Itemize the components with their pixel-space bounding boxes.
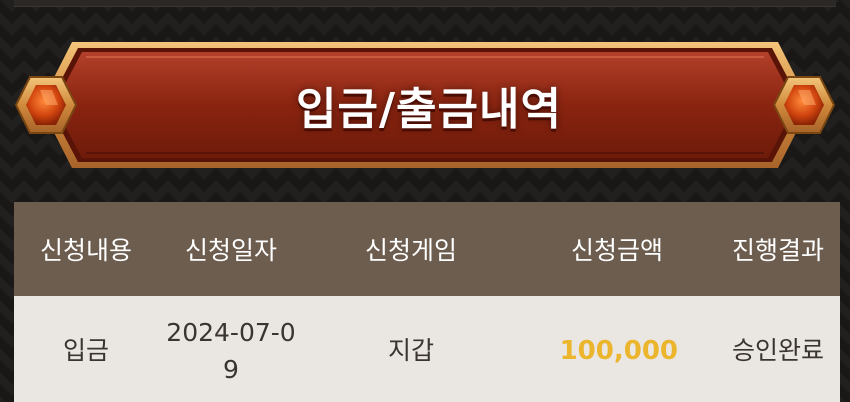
page-title: 입금/출금내역: [296, 84, 562, 135]
row-request-amount: 100,000: [559, 335, 678, 366]
header-request-amount: 신청금액: [570, 236, 663, 265]
row-request-date: 2024-07-09: [166, 317, 296, 385]
header-request-game: 신청게임: [364, 236, 457, 265]
table-header-row: 신청내용 신청일자 신청게임 신청금액 진행결과: [14, 202, 840, 296]
row-status: 승인완료: [731, 336, 824, 366]
header-status: 진행결과: [731, 236, 824, 265]
row-request-game: 지갑: [387, 336, 434, 366]
row-request-type: 입금: [62, 336, 109, 366]
header-request-date: 신청일자: [184, 236, 277, 265]
top-panel-edge: [14, 0, 836, 7]
header-request-type: 신청내용: [39, 236, 132, 265]
transaction-history-table: 신청내용 신청일자 신청게임 신청금액 진행결과 입금 2024-07-09 지…: [14, 202, 840, 402]
page-banner: 입금/출금내역: [0, 30, 850, 180]
table-row[interactable]: 입금 2024-07-09 지갑 100,000 승인완료: [14, 296, 840, 402]
